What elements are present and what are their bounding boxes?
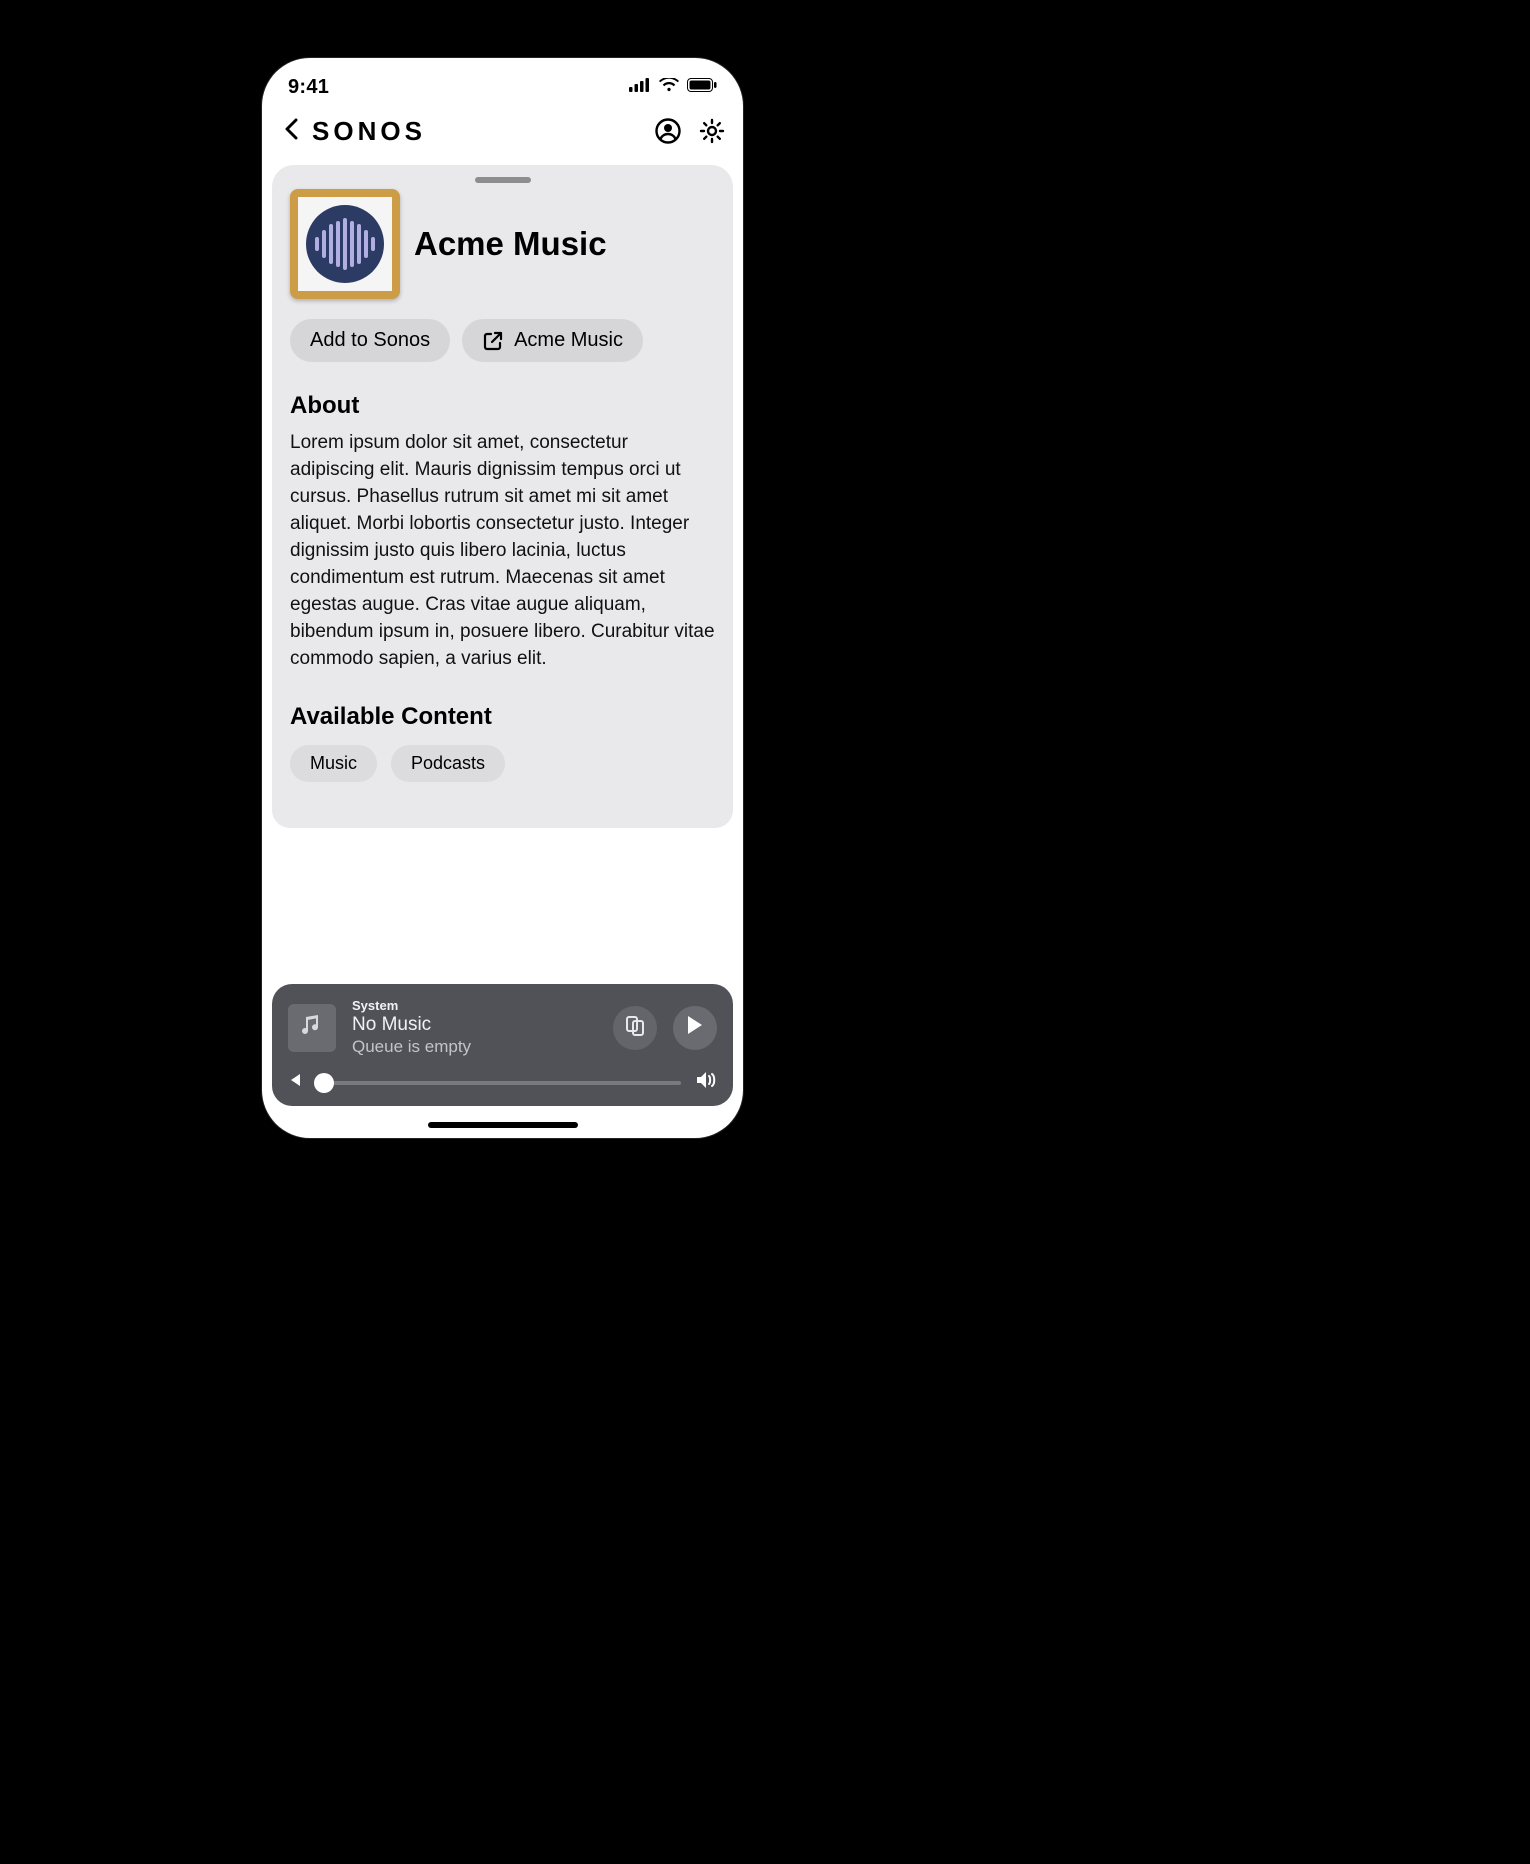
now-playing-art [288,1004,336,1052]
slider-thumb[interactable] [314,1073,334,1093]
music-note-icon [299,1012,325,1043]
add-to-sonos-button[interactable]: Add to Sonos [290,319,450,362]
player-title: No Music [352,1014,597,1036]
service-detail-panel: Acme Music Add to Sonos Acme Music About… [272,165,733,828]
mini-player[interactable]: System No Music Queue is empty [272,984,733,1106]
app-title: SONOS [312,116,426,147]
volume-icon [695,1071,717,1094]
about-heading: About [290,392,715,420]
button-label: Acme Music [514,329,623,352]
waveform-icon [306,205,384,283]
external-link-icon [482,330,504,352]
cellular-signal-icon [629,78,651,97]
previous-button[interactable] [288,1073,302,1092]
play-icon [686,1015,704,1040]
service-name: Acme Music [414,225,607,263]
button-label: Add to Sonos [310,329,430,352]
back-button[interactable] [278,113,304,149]
home-indicator[interactable] [428,1122,578,1128]
content-tag: Music [290,745,377,782]
progress-slider[interactable] [316,1081,681,1085]
about-text: Lorem ipsum dolor sit amet, consectetur … [290,430,715,673]
player-subtitle: Queue is empty [352,1037,597,1057]
player-system-label: System [352,998,597,1013]
phone-frame: 9:41 SONOS [262,58,743,1138]
volume-button[interactable] [695,1071,717,1094]
service-logo [290,189,400,299]
battery-icon [687,78,717,97]
drag-handle[interactable] [475,177,531,183]
status-time: 9:41 [288,76,329,99]
group-rooms-button[interactable] [613,1006,657,1050]
status-bar: 9:41 [262,58,743,107]
previous-icon [288,1073,302,1092]
app-nav-bar: SONOS [262,107,743,159]
open-service-button[interactable]: Acme Music [462,319,643,362]
content-tags: Music Podcasts [290,745,715,782]
content-tag: Podcasts [391,745,505,782]
account-button[interactable] [653,116,683,146]
settings-button[interactable] [697,116,727,146]
wifi-icon [659,78,679,97]
available-content-heading: Available Content [290,703,715,731]
rooms-icon [624,1014,646,1041]
play-button[interactable] [673,1006,717,1050]
